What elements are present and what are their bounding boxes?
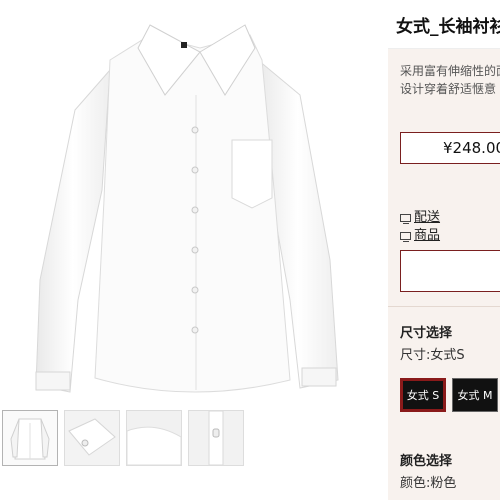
thumbnail-2[interactable] [64,410,120,466]
size-option-label: 女式 S [406,389,440,402]
size-heading: 尺寸选择 [400,326,453,341]
title-bar: 女式_长袖衬衫 [388,0,500,49]
fabric-detail-image [126,411,182,466]
placket-detail-image [189,410,243,466]
product-price: ¥248.00 [443,139,500,157]
thumbnail-strip [0,410,388,500]
product-title: 女式_长袖衬衫 [396,17,500,37]
color-heading: 颜色选择 [400,454,453,469]
shirt-main-image [35,24,339,393]
chat-icon [400,231,411,242]
product-info-link-label: 商品 [414,228,441,243]
chat-icon [400,213,411,224]
size-option-s[interactable]: 女式 S [400,378,446,412]
thumbnail-4[interactable] [188,410,244,466]
quantity-input[interactable] [400,250,500,292]
shirt-thumbnail-image [10,418,50,460]
thumbnail-1[interactable] [2,410,58,466]
size-option-m[interactable]: 女式 M [452,378,498,412]
description-line: 采用富有伸缩性的面料 [400,64,500,78]
product-info-link[interactable]: 商品 [400,224,440,243]
size-option-label: 女式 M [457,389,493,402]
product-description: 采用富有伸缩性的面料 设计穿着舒适惬意 [400,62,500,98]
price-box: ¥248.00 [400,132,500,164]
product-gallery [0,0,388,500]
description-line: 设计穿着舒适惬意 [400,82,497,96]
thumbnail-3[interactable] [126,410,182,466]
divider [388,306,500,307]
delivery-link[interactable]: 配送 [400,206,440,225]
delivery-link-label: 配送 [414,210,441,225]
color-current: 颜色:粉色 [400,476,457,491]
product-info-panel: 女式_长袖衬衫 采用富有伸缩性的面料 设计穿着舒适惬意 ¥248.00 配送 商… [388,0,500,500]
size-current: 尺寸:女式S [400,348,465,363]
collar-detail-image [65,411,119,465]
